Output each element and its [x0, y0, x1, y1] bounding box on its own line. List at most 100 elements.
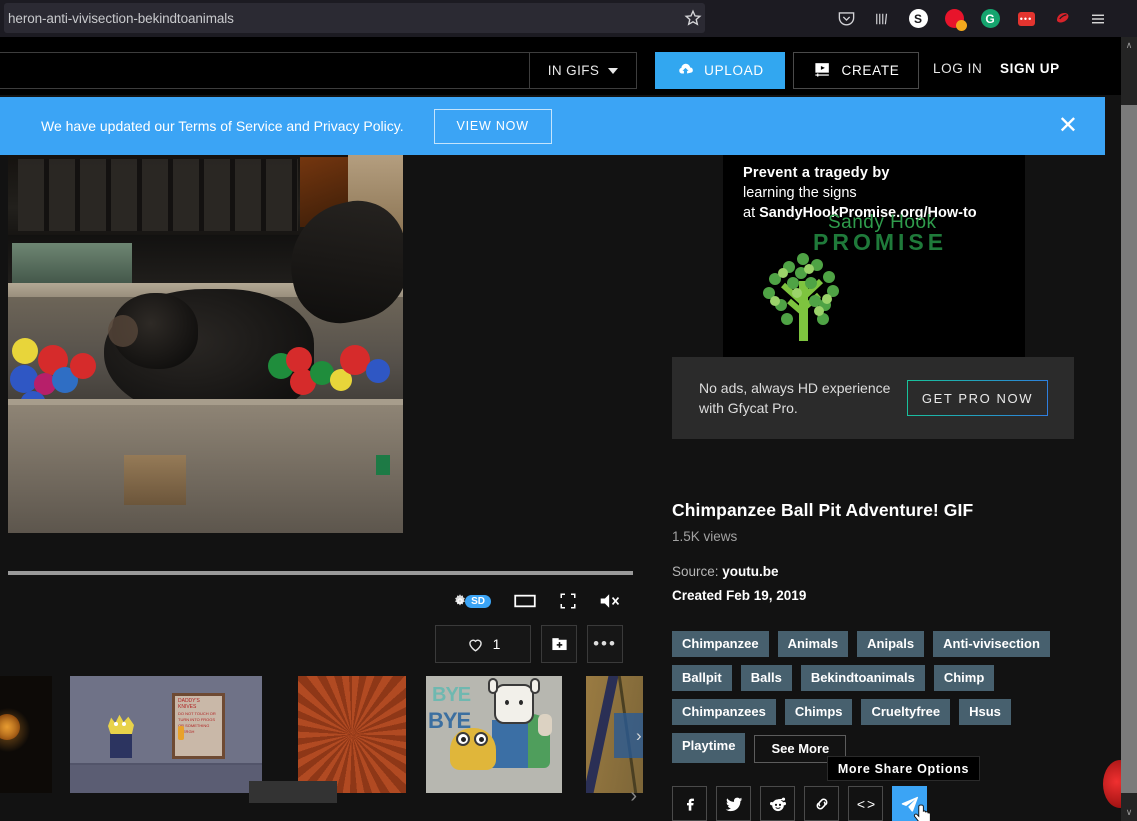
carousel-next-arrow[interactable]: › [630, 785, 637, 808]
create-button[interactable]: CREATE [793, 52, 919, 89]
quality-badge: SD [465, 594, 491, 608]
advertisement[interactable]: Prevent a tragedy by learning the signs … [723, 155, 1025, 368]
video-player[interactable] [8, 155, 403, 533]
gif-source-link[interactable]: youtu.be [722, 564, 778, 579]
address-bar[interactable]: heron-anti-vivisection-bekindtoanimals [4, 3, 705, 33]
tag-item[interactable]: Crueltyfree [861, 699, 951, 725]
theater-mode-button[interactable] [513, 593, 537, 609]
pro-promo-text: No ads, always HD experience with Gfycat… [699, 379, 891, 416]
upload-button[interactable]: UPLOAD [655, 52, 785, 89]
thumb-adventure-time-bye-bye[interactable]: BYE BYE [426, 676, 562, 793]
tag-item[interactable]: Anti-vivisection [933, 631, 1050, 657]
tag-item[interactable]: Chimpanzee [672, 631, 769, 657]
create-video-icon [813, 60, 832, 82]
firefox-menu-icon[interactable] [1080, 0, 1116, 37]
thumb-simpsons-daddys-knives[interactable]: DADDY'S KNIVES DO NOT TOUCH OR TURN INTO F… [70, 676, 262, 793]
tag-item[interactable]: Hsus [959, 699, 1011, 725]
extension-icon-bar: S G ••• [828, 0, 1116, 37]
thumb-fireworks[interactable] [0, 676, 52, 793]
bookmark-star-icon[interactable] [684, 9, 702, 27]
fullscreen-button[interactable] [559, 592, 577, 610]
scroll-down-arrow[interactable]: ∨ [1121, 804, 1137, 821]
page-viewport: IN GIFS UPLOAD CREATE LOG IN SIGN UP We … [0, 37, 1121, 821]
tag-item[interactable]: Animals [777, 631, 849, 657]
gif-source-label: Source: [672, 564, 723, 579]
more-options-button[interactable]: ••• [587, 625, 623, 663]
share-copy-link-button[interactable] [804, 786, 839, 821]
address-bar-text: heron-anti-vivisection-bekindtoanimals [8, 10, 234, 26]
carousel-scrollbar-thumb[interactable] [249, 781, 337, 803]
lastpass-extension-icon[interactable] [936, 0, 972, 37]
chevron-down-icon [608, 67, 619, 74]
tag-item[interactable]: Chimp [933, 665, 995, 691]
like-button[interactable]: 1 [435, 625, 531, 663]
site-header: IN GIFS UPLOAD CREATE LOG IN SIGN UP [0, 37, 1121, 95]
like-count: 1 [492, 636, 501, 652]
scrollbar-thumb[interactable] [1121, 105, 1137, 793]
sidebar: Prevent a tragedy by learning the signs … [657, 155, 1097, 821]
search-input[interactable] [0, 53, 529, 88]
ad-line-2: learning the signs [743, 185, 857, 201]
embed-code-icon: < > [856, 795, 875, 812]
ad-logo-word: PROMISE [813, 229, 948, 255]
ad-line-1: Prevent a tragedy by [743, 165, 890, 181]
video-progress-bar[interactable] [8, 571, 633, 575]
tag-item[interactable]: Ballpit [672, 665, 732, 691]
pocket-icon[interactable] [828, 0, 864, 37]
banner-view-now-button[interactable]: VIEW NOW [433, 108, 552, 144]
signup-button[interactable]: SIGN UP [1000, 61, 1060, 76]
avira-extension-icon[interactable] [1044, 0, 1080, 37]
tag-item[interactable]: Bekindtoanimals [800, 665, 925, 691]
tag-item[interactable]: Playtime [672, 733, 746, 763]
banner-close-icon[interactable]: ✕ [1058, 114, 1078, 138]
sandy-hook-promise-logo [745, 243, 955, 348]
create-label: CREATE [841, 63, 900, 78]
upload-label: UPLOAD [704, 63, 764, 78]
page-scrollbar[interactable]: ∧ ∨ [1121, 37, 1137, 821]
share-twitter-button[interactable] [716, 786, 751, 821]
share-button-row: < > [672, 786, 927, 821]
skype-extension-icon[interactable]: S [900, 0, 936, 37]
share-facebook-button[interactable] [672, 786, 707, 821]
banner-message: We have updated our Terms of Service and… [41, 118, 404, 134]
folder-plus-icon [551, 637, 567, 650]
add-to-collection-button[interactable] [541, 625, 577, 663]
share-more-options-button[interactable] [892, 786, 927, 821]
send-icon [901, 796, 918, 812]
thumb-partial-right[interactable]: › [586, 676, 643, 793]
gif-source: Source: youtu.be [672, 564, 779, 579]
heart-icon [468, 639, 482, 652]
player-column: SD 1 ••• DADDY'S KNIVES DO NOT TOUCH OR … [0, 155, 643, 821]
search-bar[interactable]: IN GIFS [0, 52, 637, 89]
tag-item[interactable]: Balls [740, 665, 792, 691]
browser-chrome: heron-anti-vivisection-bekindtoanimals S [0, 0, 1137, 37]
thumb-orange-burst[interactable] [298, 676, 406, 793]
terms-update-banner: We have updated our Terms of Service and… [0, 97, 1105, 155]
gfycat-pro-promo: No ads, always HD experience with Gfycat… [672, 357, 1074, 439]
tag-list: Chimpanzee Animals Anipals Anti-vivisect… [672, 631, 1087, 763]
ad-line-3-prefix: at [743, 205, 760, 221]
library-icon[interactable] [864, 0, 900, 37]
upload-cloud-icon [676, 60, 695, 82]
gif-action-row: 1 ••• [8, 623, 633, 665]
gif-title: Chimpanzee Ball Pit Adventure! GIF [672, 500, 974, 520]
get-pro-now-button[interactable]: GET PRO NOW [907, 380, 1048, 416]
share-reddit-button[interactable] [760, 786, 795, 821]
video-controls: SD [8, 583, 633, 619]
tag-item[interactable]: Chimpanzees [672, 699, 776, 725]
mute-button[interactable] [599, 592, 621, 610]
scroll-up-arrow[interactable]: ∧ [1121, 37, 1137, 54]
grammarly-extension-icon[interactable]: G [972, 0, 1008, 37]
gif-created-date: Created Feb 19, 2019 [672, 588, 807, 603]
quality-settings-button[interactable]: SD [451, 592, 491, 610]
login-button[interactable]: LOG IN [933, 61, 982, 76]
search-scope-dropdown[interactable]: IN GIFS [529, 53, 636, 88]
search-scope-label: IN GIFS [547, 63, 600, 78]
share-tooltip: More Share Options [827, 756, 980, 781]
tag-item[interactable]: Chimps [784, 699, 853, 725]
video-progress-fill [8, 571, 633, 575]
honey-extension-icon[interactable]: ••• [1008, 0, 1044, 37]
tag-item[interactable]: Anipals [857, 631, 925, 657]
gif-view-count: 1.5K views [672, 529, 738, 544]
share-embed-button[interactable]: < > [848, 786, 883, 821]
